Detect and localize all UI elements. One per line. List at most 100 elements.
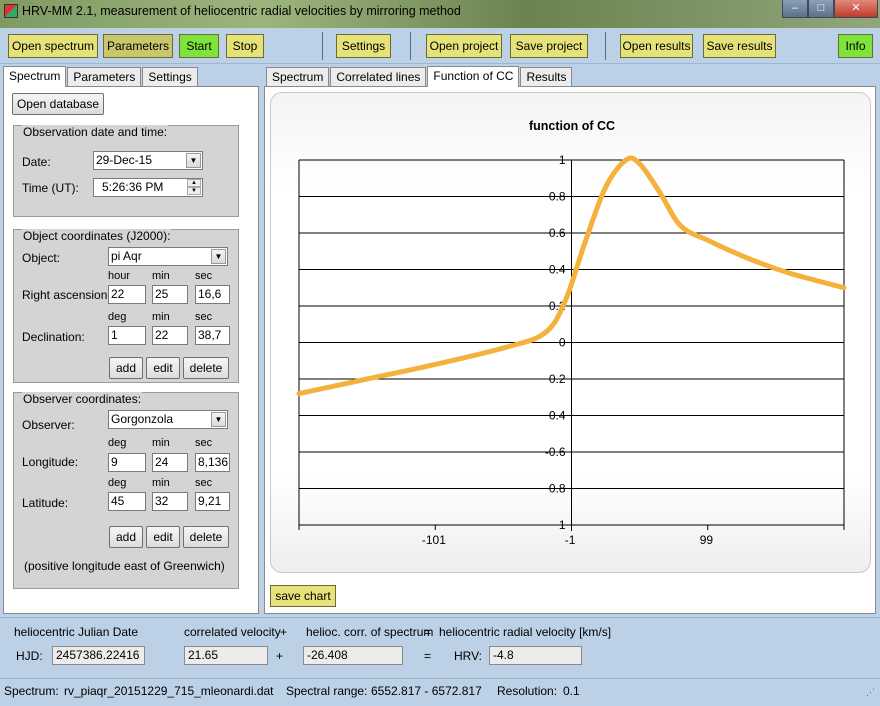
x-tick-label: -1 [565,533,576,547]
lon-min-field[interactable]: 24 [152,453,188,472]
object-edit-button[interactable]: edit [146,357,180,379]
y-tick-label: 0 [559,336,566,350]
tab-results[interactable]: Results [520,67,573,86]
lat-sec-field[interactable]: 9,21 [195,492,230,511]
ra-min-field[interactable]: 25 [152,285,188,304]
object-select[interactable]: pi Aqr ▼ [108,247,228,266]
app-icon [4,4,18,18]
object-group-title: Object coordinates (J2000): [22,229,172,243]
hjd-field[interactable]: 2457386.22416 [52,646,145,665]
y-tick-label: 0.6 [549,226,566,240]
dec-sec-label: sec [195,311,213,323]
dec-deg-field[interactable]: 1 [108,326,146,345]
x-tick-label: -101 [422,533,446,547]
lon-min-label: min [152,437,170,449]
dec-sec-field[interactable]: 38,7 [195,326,230,345]
observer-delete-button[interactable]: delete [183,526,229,548]
observer-label: Observer: [22,418,75,432]
minimize-button[interactable]: – [782,0,808,18]
save-chart-button[interactable]: save chart [270,585,336,607]
correlated-velocity-header: correlated velocity [184,625,281,639]
resize-grip-icon[interactable]: ⋰ [866,687,875,698]
window-title: HRV-MM 2.1, measurement of heliocentric … [22,4,461,18]
status-spectrum-value: rv_piaqr_20151229_715_mleonardi.dat [64,684,274,698]
status-range-value: 6552.817 - 6572.817 [371,684,482,698]
tab-parameters[interactable]: Parameters [67,67,142,86]
save-results-button[interactable]: Save results [703,34,776,58]
ra-sec-label: sec [195,270,213,282]
chevron-down-icon[interactable]: ▼ [211,412,226,427]
status-bar: Spectrum: rv_piaqr_20151229_715_mleonard… [0,678,880,706]
maximize-button[interactable]: □ [808,0,834,18]
date-value: 29-Dec-15 [96,153,153,167]
open-results-button[interactable]: Open results [620,34,693,58]
start-button[interactable]: Start [179,34,219,58]
settings-button[interactable]: Settings [336,34,391,58]
date-picker[interactable]: 29-Dec-15 ▼ [93,151,203,170]
dec-min-field[interactable]: 22 [152,326,188,345]
right-tab-strip: Spectrum Correlated lines Function of CC… [266,66,573,87]
helioc-corr-field[interactable]: -26.408 [303,646,403,665]
function-of-cc-panel: function of CC 1 0.8 0.6 0.4 0.2 0 0.2 0.4 -0.6 0… [264,86,876,614]
hjd-label: HJD: [16,649,43,663]
status-resolution-label: Resolution: [497,684,558,698]
y-tick-label: 0.8 [549,190,566,204]
tab-function-of-cc[interactable]: Function of CC [427,66,520,87]
lat-min-field[interactable]: 32 [152,492,188,511]
lon-sec-field[interactable]: 8,136 [195,453,230,472]
y-tick-label: 0.4 [549,263,566,277]
observer-edit-button[interactable]: edit [146,526,180,548]
parameters-button[interactable]: Parameters [103,34,173,58]
observer-add-button[interactable]: add [109,526,143,548]
hrv-field[interactable]: -4.8 [489,646,582,665]
observer-select[interactable]: Gorgonzola ▼ [108,410,228,429]
correlated-velocity-field[interactable]: 21.65 [184,646,268,665]
hjd-header: heliocentric Julian Date [14,625,139,639]
y-tick-label: 1 [559,518,566,532]
spin-up-icon[interactable]: ▲ [187,179,201,187]
toolbar-separator [410,32,411,60]
title-bar: HRV-MM 2.1, measurement of heliocentric … [0,0,880,28]
lon-deg-field[interactable]: 9 [108,453,146,472]
status-resolution-value: 0.1 [563,684,580,698]
dec-min-label: min [152,311,170,323]
helioc-corr-header: helioc. corr. of spectrum [306,625,434,639]
open-spectrum-button[interactable]: Open spectrum [8,34,98,58]
tab-spectrum-right[interactable]: Spectrum [266,67,330,86]
ra-label: Right ascension: [22,288,111,302]
toolbar: Open spectrum Parameters Start Stop Sett… [0,28,880,64]
close-button[interactable]: ✕ [834,0,878,18]
plus-sign: + [276,649,284,663]
longitude-note: (positive longitude east of Greenwich) [24,559,225,573]
ra-sec-field[interactable]: 16,6 [195,285,230,304]
spin-down-icon[interactable]: ▼ [187,187,201,195]
y-tick-label: 1 [559,153,566,167]
lat-deg-field[interactable]: 45 [108,492,146,511]
tab-settings[interactable]: Settings [142,67,198,86]
open-project-button[interactable]: Open project [426,34,502,58]
toolbar-separator [605,32,606,60]
save-project-button[interactable]: Save project [510,34,588,58]
open-database-button[interactable]: Open database [12,93,104,115]
plus-header: + [280,625,288,639]
hrv-label: HRV: [454,649,483,663]
observation-group: Observation date and time: Date: 29-Dec-… [13,125,239,217]
stop-button[interactable]: Stop [226,34,264,58]
chevron-down-icon[interactable]: ▼ [186,153,201,168]
ra-hour-field[interactable]: 22 [108,285,146,304]
status-range-label: Spectral range: [286,684,368,698]
info-button[interactable]: Info [838,34,873,58]
tab-spectrum-left[interactable]: Spectrum [3,66,67,87]
tab-correlated-lines[interactable]: Correlated lines [330,67,427,86]
object-delete-button[interactable]: delete [183,357,229,379]
lat-sec-label: sec [195,477,213,489]
time-field[interactable]: 5:26:36 PM ▲ ▼ [93,178,203,197]
chevron-down-icon[interactable]: ▼ [211,249,226,264]
dec-deg-label: deg [108,311,127,323]
object-add-button[interactable]: add [109,357,143,379]
cc-chart: function of CC 10.80.60.40.200.20.4-0.60… [296,119,847,547]
lat-min-label: min [152,477,170,489]
y-tick-label: -0.6 [545,445,566,459]
y-tick-label: 0.4 [549,409,566,423]
toolbar-separator [322,32,323,60]
